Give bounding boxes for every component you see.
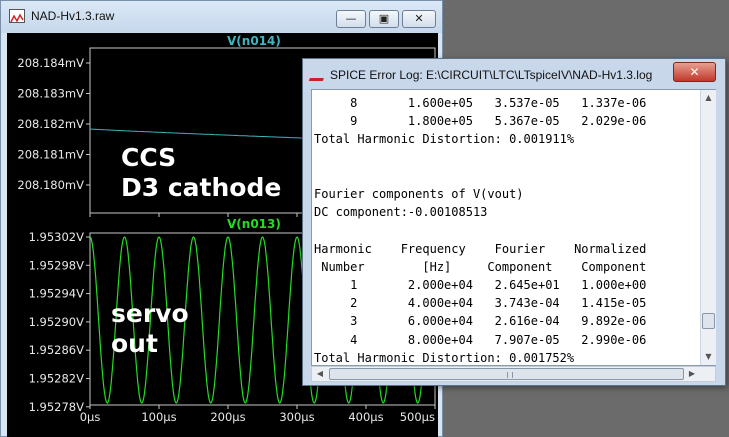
top-y-tick-label: 208.182mV (17, 117, 84, 131)
bottom-y-tick-label: 1.95282V (29, 372, 85, 386)
x-tick-label: 300µs (279, 410, 314, 424)
log-window-title: SPICE Error Log: E:\CIRCUIT\LTC\LTspiceI… (330, 68, 653, 82)
scroll-left-arrow-icon[interactable]: ◀ (312, 367, 328, 381)
horizontal-scrollbar[interactable]: ◀ ▶ (311, 366, 716, 382)
log-line: 2 4.000e+04 3.743e-04 1.415e-05 (314, 296, 647, 311)
top-y-tick-label: 208.181mV (17, 148, 84, 162)
bottom-y-tick-label: 1.95290V (29, 315, 85, 329)
log-line: 8 1.600e+05 3.537e-05 1.337e-06 (314, 96, 647, 110)
log-line: 3 6.000e+04 2.616e-04 9.892e-06 (314, 314, 647, 329)
bottom-trace-name: V(n013) (227, 217, 281, 231)
x-tick-label: 500µs (400, 410, 435, 424)
scroll-up-arrow-icon[interactable]: ▲ (701, 90, 716, 106)
x-tick-label: 200µs (210, 410, 245, 424)
scroll-right-arrow-icon[interactable]: ▶ (684, 367, 700, 381)
log-line: Fourier components of V(vout) (314, 187, 524, 201)
bottom-y-tick-label: 1.95294V (29, 287, 85, 301)
bottom-y-tick-label: 1.95302V (29, 230, 85, 244)
bottom-y-tick-label: 1.95278V (29, 400, 85, 414)
vertical-scroll-thumb[interactable] (702, 313, 715, 329)
top-y-tick-label: 208.180mV (17, 178, 84, 192)
maximize-button[interactable]: ▣ (369, 10, 399, 28)
x-tick-label: 400µs (348, 410, 383, 424)
bottom-y-tick-label: 1.95286V (29, 343, 85, 357)
log-line: Number [Hz] Component Component (314, 259, 647, 274)
top-y-tick-label: 208.184mV (17, 56, 84, 70)
horizontal-scroll-thumb[interactable] (329, 368, 684, 380)
bottom-annotation-line: servo (111, 299, 189, 328)
top-annotation-line: CCS (121, 143, 177, 172)
scroll-grip-icon (507, 372, 513, 378)
spice-error-log-window: SPICE Error Log: E:\CIRCUIT\LTC\LTspiceI… (302, 58, 726, 386)
x-tick-label: 0µs (80, 410, 101, 424)
log-titlebar[interactable]: SPICE Error Log: E:\CIRCUIT\LTC\LTspiceI… (303, 59, 725, 89)
log-line: Total Harmonic Distortion: 0.001911% (314, 132, 575, 147)
log-close-button[interactable]: ✕ (673, 62, 716, 82)
log-line: 1 2.000e+04 2.645e+01 1.000e+00 (314, 278, 647, 292)
log-line: Total Harmonic Distortion: 0.001752% (314, 350, 575, 365)
minimize-button[interactable]: — (336, 10, 366, 28)
waveform-window-title: NAD-Hv1.3.raw (31, 9, 115, 23)
top-annotation-line: D3 cathode (121, 173, 282, 202)
top-y-tick-label: 208.183mV (17, 87, 84, 101)
waveform-app-icon (9, 9, 25, 23)
bottom-y-tick-label: 1.95298V (29, 258, 85, 272)
log-text-area[interactable]: 8 1.600e+05 3.537e-05 1.337e-06 9 1.800e… (311, 89, 716, 366)
waveform-titlebar[interactable]: NAD-Hv1.3.raw — ▣ ✕ (1, 1, 442, 33)
vertical-scrollbar[interactable]: ▲ ▼ (700, 90, 716, 365)
log-line: 4 8.000e+04 7.907e-05 2.990e-06 (314, 332, 647, 347)
ltspice-icon (308, 69, 328, 81)
log-line: 9 1.800e+05 5.367e-05 2.029e-06 (314, 114, 647, 129)
bottom-annotation-line: out (111, 329, 158, 358)
top-pane-annotation: CCS D3 cathode (121, 143, 281, 203)
close-button[interactable]: ✕ (402, 10, 436, 28)
bottom-pane-annotation: servo out (111, 299, 189, 359)
scroll-down-arrow-icon[interactable]: ▼ (701, 349, 716, 365)
log-line: DC component:-0.00108513 (314, 205, 488, 220)
top-trace-name: V(n014) (227, 34, 281, 48)
x-tick-label: 100µs (141, 410, 176, 424)
log-line: Harmonic Frequency Fourier Normalized (314, 241, 647, 256)
